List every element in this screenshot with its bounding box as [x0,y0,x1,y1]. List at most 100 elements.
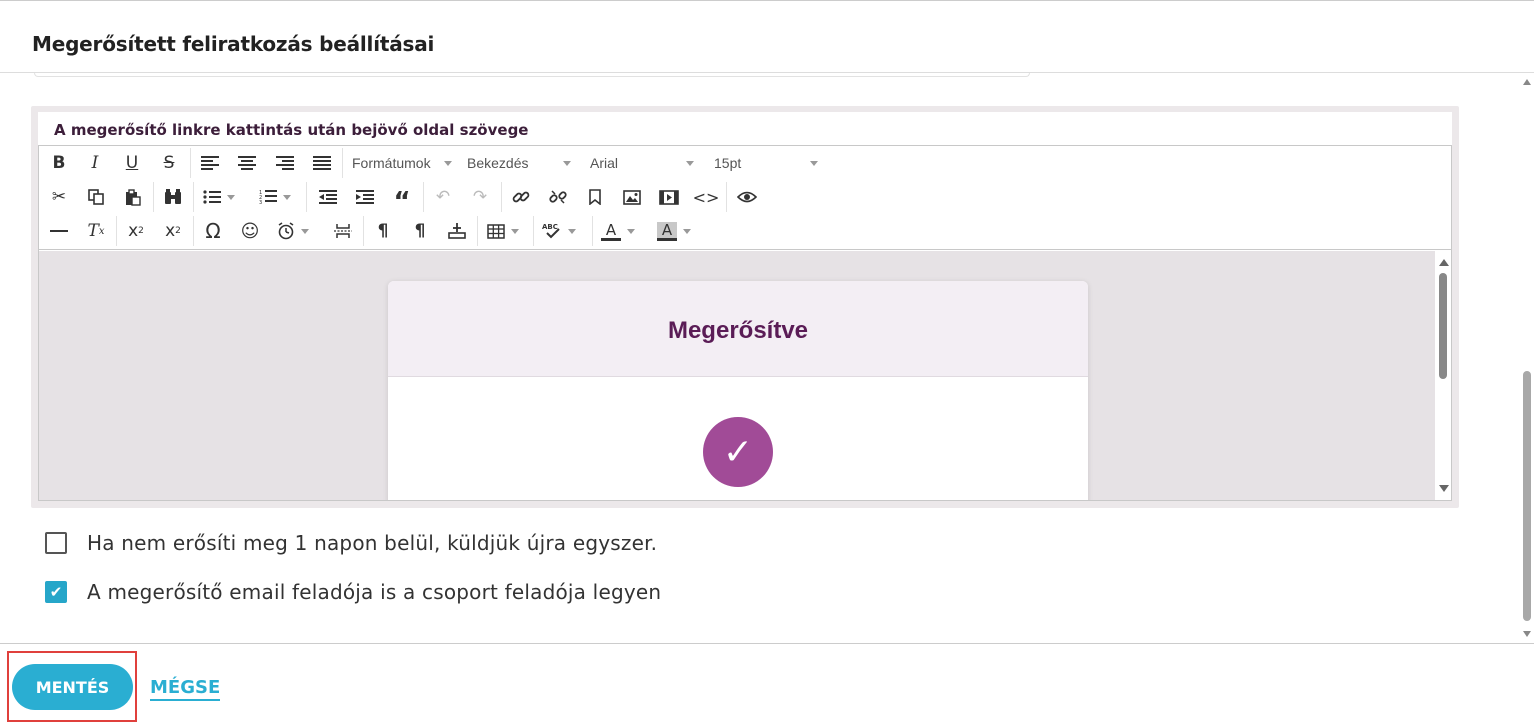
sender-checkbox[interactable]: ✔ [45,581,67,603]
dialog-title: Megerősített feliratkozás beállításai [32,32,435,56]
svg-text:ABC: ABC [542,223,558,231]
image-icon[interactable] [621,184,643,210]
toolbar-separator [477,216,478,246]
resend-checkbox[interactable] [45,532,67,554]
preview-eye-icon[interactable] [735,184,759,210]
cancel-link[interactable]: MÉGSE [150,677,221,701]
insert-template-icon[interactable] [446,218,468,244]
confirmation-card: Megerősítve ✓ [388,281,1088,500]
toolbar-row-3: Tx x2 x2 Ω ☺ ¶ ¶ ABC A A [39,214,1451,248]
confirmed-subscription-dialog: Megerősített feliratkozás beállításai A … [0,0,1534,724]
bold-icon[interactable]: B [49,150,69,176]
superscript-icon[interactable]: x2 [162,218,184,244]
font-size-label: 15pt [714,155,742,171]
toolbar-separator [193,216,194,246]
toolbar-row-1: B I U S Formátumok Bekezdés Arial 15pt [39,146,1451,180]
toolbar-row-2: ✂ 1 2 3 “ ↶ ↷ <> [39,180,1451,217]
svg-text:3: 3 [259,200,262,205]
chevron-down-icon [686,161,694,166]
align-justify-icon[interactable] [311,150,333,176]
dialog-footer: MENTÉS MÉGSE [0,643,1534,724]
align-right-icon[interactable] [274,150,296,176]
paragraph-ltr-icon[interactable]: ¶ [372,218,394,244]
block-format-dropdown[interactable]: Bekezdés [467,150,571,176]
subscript-icon[interactable]: x2 [125,218,147,244]
resend-option-label: Ha nem erősíti meg 1 napon belül, küldjü… [87,531,658,555]
source-code-icon[interactable]: <> [693,184,720,210]
resend-option[interactable]: Ha nem erősíti meg 1 napon belül, küldjü… [45,531,657,555]
media-icon[interactable] [658,184,680,210]
confirmation-heading: Megerősítve [667,317,809,344]
emoticons-icon[interactable]: ☺ [239,218,261,244]
toolbar-separator [306,182,307,212]
blockquote-icon[interactable]: “ [391,184,413,217]
dialog-scrollbar-thumb[interactable] [1523,371,1531,621]
toolbar-separator [363,216,364,246]
align-left-icon[interactable] [199,150,221,176]
special-character-icon[interactable]: Ω [202,218,224,244]
insert-datetime-button[interactable] [277,218,317,244]
formats-dropdown[interactable]: Formátumok [352,150,452,176]
clear-formatting-icon[interactable]: Tx [85,218,107,244]
cut-icon[interactable]: ✂ [48,184,70,210]
horizontal-rule-icon[interactable] [48,218,70,244]
text-color-button[interactable]: A [601,218,645,244]
strikethrough-icon[interactable]: S [159,150,179,176]
dialog-header: Megerősített feliratkozás beállításai [0,1,1534,73]
toolbar-separator [342,148,343,178]
scroll-down-arrow-icon[interactable] [1439,485,1449,492]
dialog-scrollbar[interactable] [1520,73,1534,643]
underline-icon[interactable]: U [122,150,142,176]
link-icon[interactable] [510,184,532,210]
chevron-down-icon [444,161,452,166]
editor-frame: A megerősítő linkre kattintás után bejöv… [31,106,1459,508]
toolbar-separator [592,216,593,246]
numbered-list-button[interactable]: 123 [259,184,297,210]
formats-dropdown-label: Formátumok [352,155,431,171]
editor-content-area[interactable]: Megerősítve ✓ [39,251,1451,500]
save-button[interactable]: MENTÉS [12,664,133,710]
italic-icon[interactable]: I [85,150,105,176]
chevron-down-icon [511,228,519,234]
dialog-body[interactable]: A megerősítő linkre kattintás után bejöv… [0,73,1534,643]
background-color-button[interactable]: A [657,218,701,244]
indent-icon[interactable] [354,184,376,210]
chevron-down-icon [683,228,691,234]
paragraph-rtl-icon[interactable]: ¶ [409,218,431,244]
chevron-down-icon [810,161,818,166]
alarm-clock-icon [278,222,294,240]
table-button[interactable] [487,218,527,244]
font-family-dropdown[interactable]: Arial [590,150,694,176]
table-icon [487,223,505,239]
toolbar-separator [116,216,117,246]
sender-option[interactable]: ✔ A megerősítő email feladója is a csopo… [45,580,661,604]
checkmark-icon: ✔ [49,584,63,601]
rich-text-editor: B I U S Formátumok Bekezdés Arial 15pt ✂… [38,145,1452,501]
scroll-up-arrow-icon[interactable] [1523,79,1531,85]
text-color-icon: A [601,222,621,241]
find-replace-icon[interactable] [162,184,184,210]
spellcheck-icon: ABC [542,223,560,239]
page-break-icon[interactable] [332,218,354,244]
previous-section-edge [34,73,1030,77]
font-size-dropdown[interactable]: 15pt [714,150,818,176]
scroll-up-arrow-icon[interactable] [1439,259,1449,266]
editor-scrollbar[interactable] [1435,251,1451,500]
editor-scrollbar-thumb[interactable] [1439,273,1447,379]
copy-icon[interactable] [85,184,107,210]
spellcheck-button[interactable]: ABC [542,218,586,244]
font-family-label: Arial [590,155,619,171]
numbered-list-icon: 123 [259,190,277,205]
unlink-icon[interactable] [547,184,569,210]
editor-label: A megerősítő linkre kattintás után bejöv… [54,121,529,139]
undo-icon[interactable]: ↶ [432,184,454,210]
outdent-icon[interactable] [317,184,339,210]
check-circle-icon: ✓ [703,417,773,487]
redo-icon[interactable]: ↷ [469,184,491,210]
scroll-down-arrow-icon[interactable] [1523,631,1531,637]
editor-label-bar: A megerősítő linkre kattintás után bejöv… [38,112,1452,145]
align-center-icon[interactable] [236,150,258,176]
bookmark-icon[interactable] [584,184,606,210]
paste-icon[interactable] [122,184,144,210]
bullet-list-button[interactable] [203,184,241,210]
